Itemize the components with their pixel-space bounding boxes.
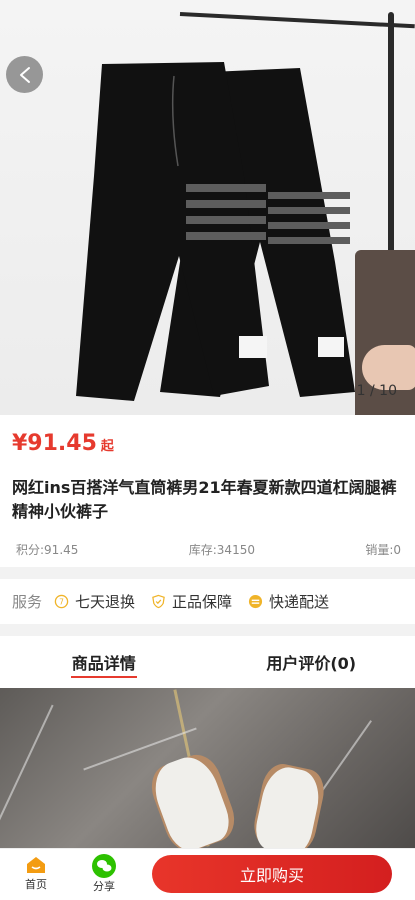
tab-product-details[interactable]: 商品详情	[0, 636, 208, 688]
product-image-gallery[interactable]: 1 / 10	[0, 0, 415, 415]
service-item-delivery: 快递配送	[248, 591, 329, 612]
price-suffix: 起	[100, 439, 114, 454]
service-item-genuine: 正品保障	[151, 591, 232, 612]
front-pants-image	[76, 62, 269, 401]
tab-label: 商品详情	[71, 654, 136, 673]
image-counter: 1 / 10	[356, 383, 397, 399]
active-tab-indicator	[70, 676, 137, 678]
product-title: 网红ins百搭洋气直筒裤男21年春夏新款四道杠阔腿裤精神小伙裤子	[12, 478, 397, 521]
chevron-left-icon	[19, 66, 30, 83]
home-icon	[27, 857, 45, 873]
clothes-rack-bar	[179, 12, 415, 29]
service-row[interactable]: 服务 7 七天退换 正品保障 快递配送	[0, 579, 415, 624]
points-text: 积分:91.45	[16, 543, 79, 557]
seven-day-return-icon: 7	[54, 594, 69, 609]
tab-label: 用户评价(0)	[266, 654, 357, 673]
service-item-return: 7 七天退换	[54, 591, 135, 612]
tab-user-reviews[interactable]: 用户评价(0)	[208, 636, 415, 688]
buy-now-button[interactable]: 立即购买	[152, 855, 392, 893]
price-amount: ¥91.45	[12, 431, 97, 456]
home-label: 首页	[25, 878, 47, 891]
delivery-icon	[248, 594, 263, 609]
price: ¥91.45 起	[12, 431, 114, 456]
share-label: 分享	[93, 880, 115, 893]
svg-text:7: 7	[59, 597, 64, 606]
sales-text: 销量:0	[365, 543, 401, 557]
product-detail-image	[0, 688, 415, 848]
service-label: 服务	[12, 593, 43, 611]
bottom-action-bar: 首页 分享 立即购买	[0, 848, 415, 900]
service-item-label: 七天退换	[75, 593, 136, 611]
shield-icon	[152, 594, 165, 609]
wechat-icon	[92, 854, 116, 878]
share-button[interactable]: 分享	[82, 854, 126, 894]
service-item-label: 正品保障	[172, 593, 233, 611]
product-meta-row: 积分:91.45 库存:34150 销量:0	[16, 541, 401, 558]
back-button[interactable]	[6, 56, 43, 93]
product-detail-page: 1 / 10 ¥91.45 起 网红ins百搭洋气直筒裤男21年春夏新款四道杠阔腿…	[0, 0, 415, 900]
stock-text: 库存:34150	[188, 543, 255, 557]
marble-vein	[0, 704, 54, 842]
service-item-label: 快递配送	[269, 593, 330, 611]
product-info-card: ¥91.45 起 网红ins百搭洋气直筒裤男21年春夏新款四道杠阔腿裤精神小伙裤子…	[0, 415, 415, 567]
left-shoe	[146, 750, 236, 848]
home-button[interactable]: 首页	[14, 854, 58, 892]
detail-tabs: 商品详情 用户评价(0)	[0, 636, 415, 688]
